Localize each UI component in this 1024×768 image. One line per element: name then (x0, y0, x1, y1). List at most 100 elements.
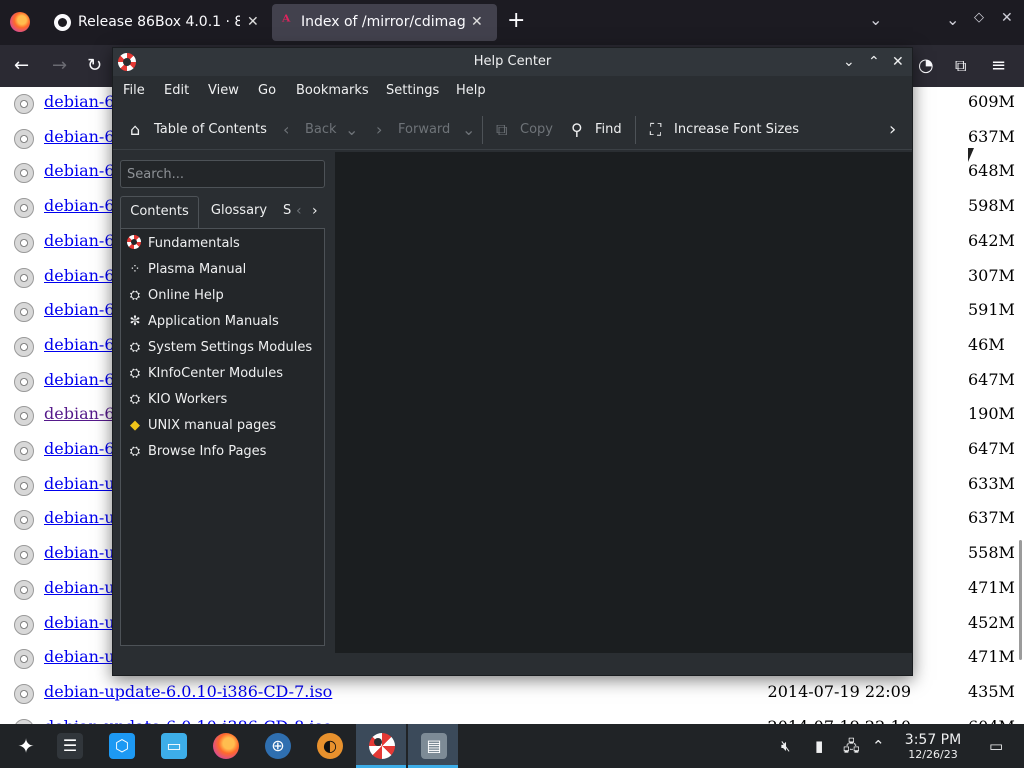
extensions-icon[interactable]: ⧉ (955, 53, 966, 79)
close-icon[interactable]: ✕ (892, 51, 904, 73)
diamond-icon: ◆ (130, 418, 140, 433)
disc-image-icon (14, 579, 34, 600)
file-size: 435M (968, 681, 1015, 701)
menu-help[interactable]: Help (456, 76, 486, 106)
forward-history-dropdown-icon[interactable]: ⌄ (462, 110, 475, 150)
task-dolphin[interactable]: ▭ (148, 724, 198, 768)
listing-row: debian-update-6.0.10-i386-CD-7.iso 2014-0… (0, 677, 1024, 712)
toolbar-separator (635, 116, 636, 144)
file-size: 598M (968, 196, 1015, 216)
back-chevron-icon: ‹ (283, 120, 290, 139)
home-icon: ⌂ (130, 120, 141, 139)
file-link[interactable]: debian-6 (44, 266, 115, 285)
file-link[interactable]: debian-u (44, 647, 115, 666)
menu-file[interactable]: File (123, 76, 145, 106)
tabs-scroll-left-icon[interactable]: ‹ (296, 196, 302, 228)
file-link[interactable]: debian-6 (44, 335, 115, 354)
file-link[interactable]: debian-6 (44, 404, 115, 423)
search-input[interactable] (120, 160, 325, 188)
window-title: Help Center (473, 54, 552, 69)
task-vpn[interactable]: ⊕ (252, 724, 302, 768)
maximize-icon[interactable]: ⌃ (868, 51, 880, 73)
file-link[interactable]: debian-update-6.0.10-i386-CD-7.iso (44, 682, 332, 701)
reload-icon[interactable]: ↻ (87, 53, 102, 79)
file-link[interactable]: debian-6 (44, 439, 115, 458)
file-date: 2014-07-19 22:10 (768, 717, 911, 724)
task-konqueror[interactable]: ◐ (304, 724, 354, 768)
disc-image-icon (14, 614, 34, 635)
file-link[interactable]: debian-u (44, 578, 115, 597)
minimize-icon[interactable]: ⌄ (843, 51, 855, 73)
new-tab-button[interactable]: + (507, 8, 525, 33)
toolbar-overflow-button[interactable]: › (889, 110, 903, 150)
task-discover[interactable]: ⬡ (96, 724, 146, 768)
list-all-tabs-icon[interactable]: ⌄ (869, 10, 882, 29)
tabs-scroll-right-icon[interactable]: › (312, 196, 318, 228)
file-size: 647M (968, 369, 1015, 389)
disc-image-icon (14, 336, 34, 357)
help-titlebar: Help Center ⌄ ⌃ ✕ (113, 48, 912, 76)
forward-chevron-icon: › (376, 120, 383, 139)
disc-image-icon (14, 267, 34, 288)
forward-arrow-icon[interactable]: → (52, 53, 67, 79)
menu-bookmarks[interactable]: Bookmarks (296, 76, 369, 106)
file-link[interactable]: debian-6 (44, 127, 115, 146)
file-link[interactable]: debian-u (44, 613, 115, 632)
clock-date[interactable]: 12/26/23 (902, 748, 964, 762)
globe-icon: ⊕ (265, 733, 291, 759)
minimize-window-icon[interactable]: ⌄ (946, 10, 959, 29)
tab-search-partial[interactable]: S (283, 196, 297, 228)
forward-button[interactable]: › Forward ⌄ (376, 110, 476, 150)
file-link[interactable]: debian-6 (44, 300, 115, 319)
back-arrow-icon[interactable]: ← (14, 53, 29, 79)
copy-button[interactable]: ⧉ Copy (496, 110, 556, 150)
file-link[interactable]: debian-6 (44, 92, 115, 111)
file-link[interactable]: debian-update-6.0.10-i386-CD-8.iso (44, 717, 332, 724)
help-content-pane (335, 152, 912, 653)
tab-glossary[interactable]: Glossary (203, 196, 275, 228)
back-history-dropdown-icon[interactable]: ⌄ (345, 110, 358, 150)
show-desktop-icon[interactable]: ▭ (989, 736, 1003, 756)
file-link[interactable]: debian-6 (44, 196, 115, 215)
application-launcher[interactable]: ✦ (0, 724, 50, 768)
file-link[interactable]: debian-u (44, 474, 115, 493)
file-link[interactable]: debian-6 (44, 370, 115, 389)
file-size: 604M (968, 717, 1015, 724)
search-icon: ⚲ (571, 120, 583, 139)
tab-contents[interactable]: Contents (120, 196, 199, 228)
maximize-window-icon[interactable]: ◇ (974, 10, 984, 25)
network-icon[interactable]: 🖧︎ (843, 736, 860, 756)
file-link[interactable]: debian-6 (44, 161, 115, 180)
file-link[interactable]: debian-6 (44, 231, 115, 250)
task-system-settings[interactable]: ☰ (44, 724, 94, 768)
task-help-center[interactable] (356, 724, 406, 768)
file-link[interactable]: debian-u (44, 508, 115, 527)
task-86box[interactable]: ▤ (408, 724, 458, 768)
back-button[interactable]: ‹ Back ⌄ (283, 110, 363, 150)
account-icon[interactable]: ◔ (918, 53, 934, 79)
menu-settings[interactable]: Settings (386, 76, 439, 106)
page-scrollbar[interactable] (1019, 540, 1022, 660)
close-tab-icon[interactable]: ✕ (247, 4, 259, 41)
browser-tab-index[interactable]: ᴬ Index of /mirror/cdimage/ ✕ (272, 4, 497, 41)
table-of-contents-button[interactable]: ⌂ Table of Contents (130, 110, 267, 150)
file-link[interactable]: debian-u (44, 543, 115, 562)
app-menu-icon[interactable]: ≡ (991, 53, 1006, 79)
task-firefox[interactable] (200, 724, 250, 768)
clock-time[interactable]: 3:57 PM (902, 732, 964, 748)
browser-tab-86box[interactable]: Release 86Box 4.0.1 · 86Bo ✕ (44, 4, 270, 41)
find-button[interactable]: ⚲ Find (571, 110, 625, 150)
browser-tab-strip: Release 86Box 4.0.1 · 86Bo ✕ ᴬ Index of … (0, 0, 1024, 45)
firefox-view-icon[interactable] (10, 12, 30, 32)
increase-font-button[interactable]: ⛶ Increase Font Sizes (650, 110, 799, 150)
mouse-cursor-icon (968, 148, 974, 162)
tray-expand-icon[interactable]: ⌃ (872, 736, 885, 756)
menu-edit[interactable]: Edit (164, 76, 189, 106)
menu-view[interactable]: View (208, 76, 239, 106)
disc-image-icon (14, 302, 34, 323)
battery-icon[interactable]: ▮ (815, 736, 823, 756)
close-tab-icon[interactable]: ✕ (471, 4, 483, 41)
volume-muted-icon[interactable]: 🔇︎ (781, 736, 790, 756)
close-window-icon[interactable]: ✕ (1001, 10, 1013, 26)
menu-go[interactable]: Go (258, 76, 276, 106)
